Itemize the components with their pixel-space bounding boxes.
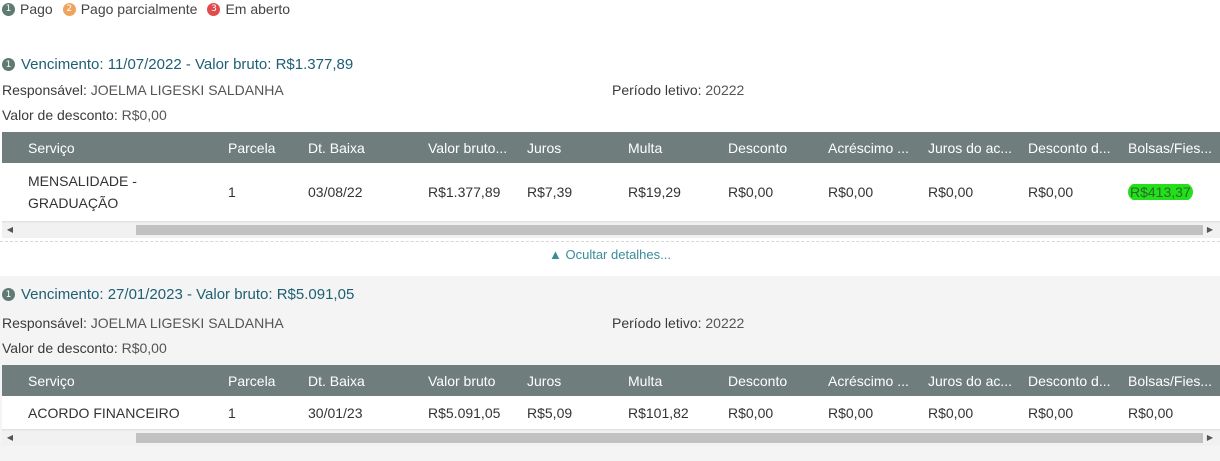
status-number-icon: 1 — [2, 2, 15, 16]
due-text: Vencimento: 11/07/2022 - Valor bruto: R$… — [21, 56, 354, 73]
responsavel-value: JOELMA LIGESKI SALDANHA — [90, 82, 284, 98]
divider — [0, 241, 1220, 242]
table-row[interactable]: ACORDO FINANCEIRO 1 30/01/23 R$5.091,05 … — [2, 396, 1220, 430]
cell-parcela: 1 — [228, 184, 236, 200]
status-badge: 1 — [2, 288, 15, 301]
column-header[interactable]: Multa — [628, 140, 728, 156]
cell-multa: R$19,29 — [628, 184, 681, 200]
status-number-icon: 2 — [62, 2, 76, 16]
scrollbar-thumb[interactable] — [136, 433, 1203, 443]
periodo-label: Período letivo: — [612, 315, 702, 331]
column-header[interactable]: Juros — [527, 140, 628, 156]
column-header[interactable]: Multa — [628, 373, 728, 389]
cell-servico: MENSALIDADE - GRADUAÇÃO — [28, 173, 137, 211]
cell-bolsas-wrap: R$413,37 — [1128, 184, 1220, 200]
responsavel-label: Responsável: — [2, 315, 87, 331]
cell-bolsas-fies: R$0,00 — [1128, 404, 1174, 421]
cell-bolsas-fies: R$413,37 — [1128, 184, 1193, 200]
cell-acrescimo: R$0,00 — [828, 404, 874, 421]
periodo-field: Período letivo: 20222 — [612, 315, 744, 331]
cell-juros-acrescimo: R$0,00 — [928, 184, 974, 200]
column-header[interactable]: Serviço — [28, 373, 228, 389]
responsavel-field: Responsável: JOELMA LIGESKI SALDANHA — [2, 82, 284, 98]
column-header[interactable]: Desconto — [728, 373, 828, 389]
column-header[interactable]: Valor bruto... — [428, 140, 527, 156]
periodo-value: 20222 — [705, 315, 745, 331]
due-text: Vencimento: 27/01/2023 - Valor bruto: R$… — [21, 286, 355, 303]
installment-table: Serviço Parcela Dt. Baixa Valor bruto Ju… — [2, 365, 1220, 446]
table-row[interactable]: MENSALIDADE - GRADUAÇÃO 1 03/08/22 R$1.3… — [2, 163, 1220, 222]
legend-item-pago-parcialmente: 2 Pago parcialmente — [62, 1, 198, 17]
column-header[interactable]: Acréscimo ... — [828, 140, 928, 156]
cell-juros-acrescimo: R$0,00 — [928, 404, 974, 421]
responsavel-label: Responsável: — [2, 82, 87, 98]
desconto-field: Valor de desconto: R$0,00 — [2, 107, 167, 123]
desconto-label: Valor de desconto: — [2, 340, 118, 356]
cell-valor-bruto: R$1.377,89 — [428, 184, 501, 200]
cell-desconto-d: R$0,00 — [1028, 184, 1074, 200]
scrollbar-thumb[interactable] — [136, 225, 1203, 235]
horizontal-scrollbar[interactable]: ◀ ▶ — [2, 430, 1220, 446]
hide-details-link[interactable]: ▲ Ocultar detalhes... — [0, 247, 1220, 262]
column-header[interactable]: Desconto — [728, 140, 828, 156]
legend-label: Pago — [20, 1, 53, 17]
installment-table: Serviço Parcela Dt. Baixa Valor bruto...… — [2, 132, 1220, 238]
scroll-right-arrow-icon[interactable]: ▶ — [1205, 433, 1215, 443]
periodo-value: 20222 — [705, 82, 745, 98]
column-header[interactable]: Bolsas/Fies... — [1128, 140, 1220, 156]
column-header[interactable]: Juros do ac... — [928, 373, 1028, 389]
responsavel-field: Responsável: JOELMA LIGESKI SALDANHA — [2, 315, 284, 331]
table-header: Serviço Parcela Dt. Baixa Valor bruto Ju… — [2, 365, 1220, 396]
status-badge: 1 — [2, 58, 15, 71]
desconto-value: R$0,00 — [121, 340, 167, 356]
status-number-icon: 3 — [207, 2, 221, 16]
column-header[interactable]: Dt. Baixa — [308, 373, 428, 389]
cell-servico: ACORDO FINANCEIRO — [28, 404, 180, 421]
column-header[interactable]: Desconto d... — [1028, 140, 1128, 156]
status-legend: 1 Pago 2 Pago parcialmente 3 Em aberto — [2, 0, 300, 18]
cell-acrescimo: R$0,00 — [828, 184, 874, 200]
column-header[interactable]: Parcela — [228, 140, 308, 156]
desconto-field: Valor de desconto: R$0,00 — [2, 340, 167, 356]
legend-label: Em aberto — [225, 1, 291, 17]
column-header[interactable]: Valor bruto — [428, 373, 527, 389]
cell-desconto: R$0,00 — [728, 184, 774, 200]
installment-section: 1 Vencimento: 27/01/2023 - Valor bruto: … — [0, 276, 1220, 461]
installment-section: 1 Vencimento: 11/07/2022 - Valor bruto: … — [0, 46, 1220, 276]
cell-dt-baixa: 30/01/23 — [308, 404, 363, 421]
cell-juros: R$7,39 — [527, 184, 573, 200]
column-header[interactable]: Dt. Baixa — [308, 140, 428, 156]
scroll-left-arrow-icon[interactable]: ◀ — [5, 433, 15, 443]
column-header[interactable]: Serviço — [28, 140, 228, 156]
due-title: 1 Vencimento: 11/07/2022 - Valor bruto: … — [2, 56, 353, 73]
scroll-right-arrow-icon[interactable]: ▶ — [1205, 225, 1215, 235]
cell-multa: R$101,82 — [628, 404, 689, 421]
responsavel-value: JOELMA LIGESKI SALDANHA — [90, 315, 284, 331]
table-header: Serviço Parcela Dt. Baixa Valor bruto...… — [2, 132, 1220, 163]
desconto-label: Valor de desconto: — [2, 107, 118, 123]
cell-juros: R$5,09 — [527, 404, 573, 421]
legend-item-pago: 1 Pago — [2, 1, 53, 17]
column-header[interactable]: Acréscimo ... — [828, 373, 928, 389]
column-header[interactable]: Parcela — [228, 373, 308, 389]
column-header[interactable]: Bolsas/Fies... — [1128, 373, 1220, 389]
due-title: 1 Vencimento: 27/01/2023 - Valor bruto: … — [2, 286, 354, 303]
column-header[interactable]: Juros — [527, 373, 628, 389]
cell-dt-baixa: 03/08/22 — [308, 184, 363, 200]
column-header[interactable]: Desconto d... — [1028, 373, 1128, 389]
legend-item-em-aberto: 3 Em aberto — [207, 1, 290, 17]
periodo-field: Período letivo: 20222 — [612, 82, 744, 98]
desconto-value: R$0,00 — [121, 107, 167, 123]
column-header[interactable]: Juros do ac... — [928, 140, 1028, 156]
cell-desconto-d: R$0,00 — [1028, 404, 1074, 421]
cell-parcela: 1 — [228, 404, 236, 421]
periodo-label: Período letivo: — [612, 82, 702, 98]
legend-label: Pago parcialmente — [80, 1, 198, 17]
scroll-left-arrow-icon[interactable]: ◀ — [5, 225, 15, 235]
horizontal-scrollbar[interactable]: ◀ ▶ — [2, 222, 1220, 238]
cell-desconto: R$0,00 — [728, 404, 774, 421]
cell-valor-bruto: R$5.091,05 — [428, 404, 501, 421]
